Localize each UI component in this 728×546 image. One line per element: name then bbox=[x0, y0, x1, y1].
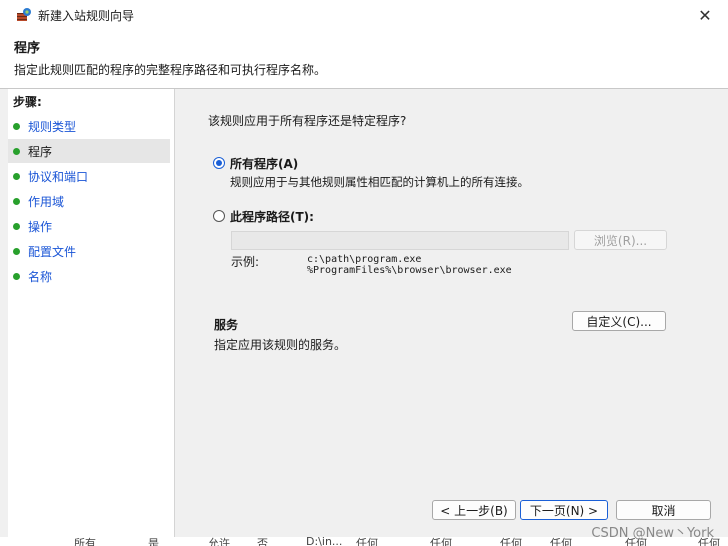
sidebar-item-program[interactable]: 程序 bbox=[8, 139, 170, 163]
all-programs-description: 规则应用于与其他规则属性相匹配的计算机上的所有连接。 bbox=[230, 175, 529, 189]
example-path-1: c:\path\program.exe bbox=[307, 254, 422, 265]
step-bullet-icon bbox=[13, 172, 20, 180]
background-cell: 否 bbox=[257, 537, 268, 546]
all-programs-label[interactable]: 所有程序(A) bbox=[230, 155, 298, 172]
title-bar: 新建入站规则向导 ✕ bbox=[0, 0, 728, 30]
services-description: 指定应用该规则的服务。 bbox=[214, 338, 347, 352]
background-cell: 任何 bbox=[430, 537, 452, 546]
step-bullet-icon bbox=[13, 122, 20, 130]
customize-services-button[interactable]: 自定义(C)... bbox=[572, 311, 666, 331]
background-cell: 任何 bbox=[500, 537, 522, 546]
sidebar-item-label: 操作 bbox=[28, 219, 53, 234]
step-bullet-icon bbox=[13, 247, 20, 255]
program-path-label[interactable]: 此程序路径(T): bbox=[230, 208, 314, 225]
steps-sidebar: 步骤: 规则类型 程序 协议和端口 作用域 操作 配置文件 名称 bbox=[8, 89, 175, 537]
sidebar-item-action[interactable]: 操作 bbox=[8, 214, 170, 238]
close-icon: ✕ bbox=[698, 5, 712, 25]
services-title: 服务 bbox=[214, 318, 239, 332]
background-cell: D:\in... bbox=[306, 537, 343, 546]
sidebar-item-label: 协议和端口 bbox=[28, 169, 89, 184]
page-description: 指定此规则匹配的程序的完整程序路径和可执行程序名称。 bbox=[14, 63, 327, 77]
sidebar-item-protocol-ports[interactable]: 协议和端口 bbox=[8, 164, 170, 188]
program-question: 该规则应用于所有程序还是特定程序? bbox=[208, 114, 407, 128]
background-cell: 允许 bbox=[208, 537, 230, 546]
sidebar-item-label: 程序 bbox=[28, 144, 53, 159]
sidebar-item-scope[interactable]: 作用域 bbox=[8, 189, 170, 213]
browse-button[interactable]: 浏览(R)... bbox=[574, 230, 667, 250]
next-button[interactable]: 下一页(N) > bbox=[520, 500, 608, 520]
sidebar-item-label: 规则类型 bbox=[28, 119, 77, 134]
sidebar-item-profile[interactable]: 配置文件 bbox=[8, 239, 170, 263]
page-title: 程序 bbox=[14, 41, 41, 56]
background-cell: 任何 bbox=[550, 537, 572, 546]
example-label: 示例: bbox=[231, 255, 260, 269]
program-path-input[interactable] bbox=[231, 231, 569, 250]
close-button[interactable]: ✕ bbox=[682, 0, 728, 30]
program-path-radio[interactable] bbox=[213, 210, 225, 222]
steps-label: 步骤: bbox=[13, 95, 42, 109]
csdn-watermark: CSDN @New丶York bbox=[591, 526, 714, 541]
sidebar-item-label: 名称 bbox=[28, 269, 53, 284]
sidebar-item-label: 配置文件 bbox=[28, 244, 77, 259]
example-path-2: %ProgramFiles%\browser\browser.exe bbox=[307, 265, 512, 276]
step-bullet-icon bbox=[13, 147, 20, 155]
firewall-wizard-icon bbox=[17, 8, 31, 21]
cancel-button[interactable]: 取消 bbox=[616, 500, 711, 520]
step-bullet-icon bbox=[13, 272, 20, 280]
sidebar-item-rule-type[interactable]: 规则类型 bbox=[8, 114, 170, 138]
main-panel: 该规则应用于所有程序还是特定程序? 所有程序(A) 规则应用于与其他规则属性相匹… bbox=[176, 89, 728, 539]
sidebar-item-name[interactable]: 名称 bbox=[8, 264, 170, 288]
background-cell: 所有 bbox=[74, 537, 96, 546]
background-cell: 是 bbox=[148, 537, 159, 546]
background-cell: 任何 bbox=[356, 537, 378, 546]
step-bullet-icon bbox=[13, 222, 20, 230]
step-bullet-icon bbox=[13, 197, 20, 205]
all-programs-radio[interactable] bbox=[213, 157, 225, 169]
sidebar-item-label: 作用域 bbox=[28, 194, 65, 209]
window-title: 新建入站规则向导 bbox=[38, 9, 135, 23]
back-button[interactable]: < 上一步(B) bbox=[432, 500, 516, 520]
wizard-header: 程序 指定此规则匹配的程序的完整程序路径和可执行程序名称。 bbox=[0, 30, 728, 89]
